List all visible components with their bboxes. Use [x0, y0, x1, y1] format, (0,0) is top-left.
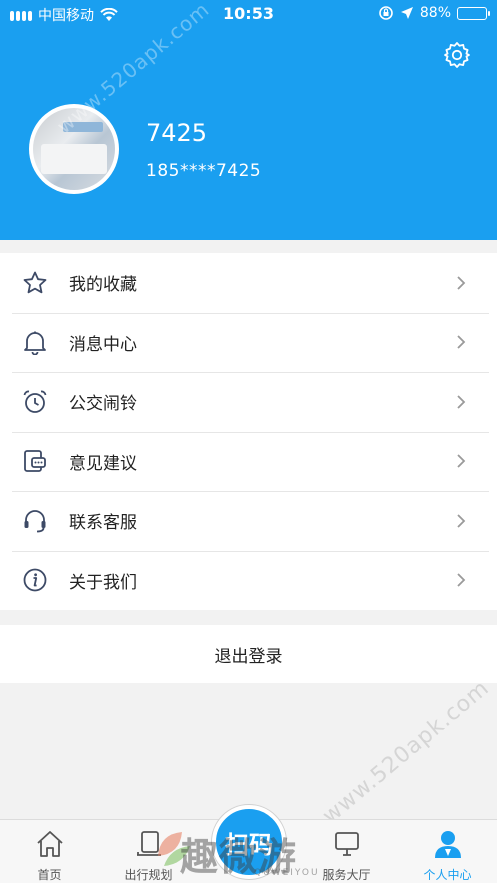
chevron-right-icon [457, 514, 466, 528]
menu-item-label: 意见建议 [69, 453, 137, 474]
watermark-subtext: QUWEIYOU [254, 868, 320, 878]
menu-item-label: 我的收藏 [69, 275, 137, 296]
chevron-right-icon [457, 276, 466, 290]
menu-item-favorites[interactable]: 我的收藏 [0, 253, 497, 313]
menu-item-bus-alarm[interactable]: 公交闹铃 [0, 372, 497, 432]
phone-number: 185****7425 [146, 161, 262, 181]
menu-item-label: 关于我们 [69, 572, 137, 593]
tab-home[interactable]: 首页 [0, 820, 99, 883]
menu-item-label: 公交闹铃 [69, 394, 137, 415]
logout-button[interactable]: 退出登录 [0, 625, 497, 683]
tab-personal-center[interactable]: 个人中心 [398, 820, 497, 883]
info-icon [23, 568, 47, 592]
chevron-right-icon [457, 573, 466, 587]
bell-icon [24, 331, 46, 356]
battery-icon [457, 6, 490, 20]
menu-item-customer-service[interactable]: 联系客服 [0, 491, 497, 551]
battery-percent: 88% [419, 5, 451, 21]
watermark-text-bottom: www.520apk.com [318, 675, 495, 830]
menu-item-messages[interactable]: 消息中心 [0, 312, 497, 373]
home-icon [36, 831, 63, 857]
location-arrow-icon [400, 7, 413, 19]
chevron-right-icon [457, 454, 466, 468]
star-icon [23, 271, 47, 293]
menu-item-feedback[interactable]: 意见建议 [0, 431, 497, 492]
alarm-clock-icon [23, 390, 47, 413]
username: 7425 [146, 119, 208, 147]
service-hall-icon [334, 832, 359, 856]
headset-icon [24, 509, 46, 533]
chevron-right-icon [457, 335, 466, 349]
status-right: 88% [378, 5, 490, 21]
menu-item-label: 消息中心 [69, 334, 137, 355]
person-icon [434, 831, 461, 858]
feedback-icon [24, 450, 46, 473]
rotation-lock-icon [379, 6, 393, 20]
tab-label: 个人中心 [423, 868, 472, 882]
menu-item-about-us[interactable]: 关于我们 [0, 550, 497, 611]
tab-label: 首页 [37, 868, 62, 882]
chevron-right-icon [457, 395, 466, 409]
profile-header: 中国移动 10:53 88% 7425 185****7425 www.520a… [0, 0, 497, 240]
menu-list: 我的收藏 消息中心 公交闹铃 意见建议 联系客服 关于我们 [0, 253, 497, 610]
settings-gear-icon[interactable] [443, 41, 471, 69]
menu-item-label: 联系客服 [69, 513, 137, 534]
status-bar: 中国移动 10:53 88% [0, 0, 497, 30]
